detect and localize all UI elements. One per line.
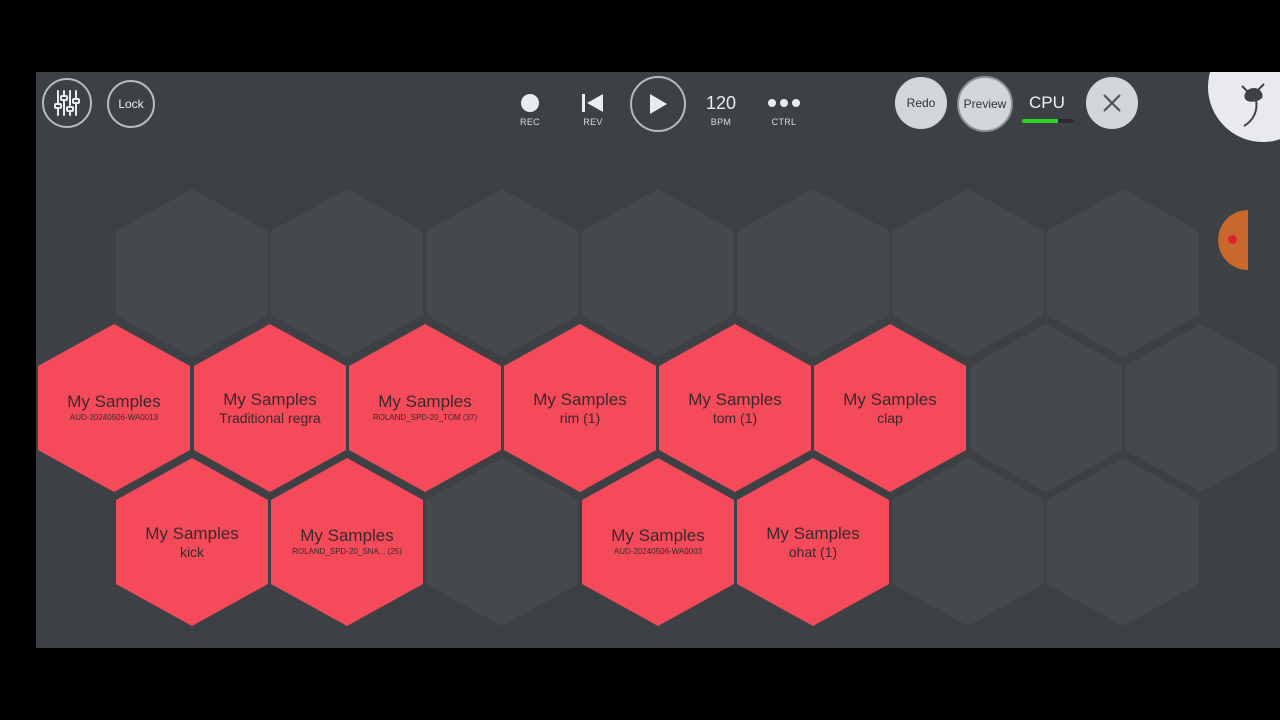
pad-title: My Samples (378, 392, 472, 411)
cpu-meter (1022, 119, 1074, 123)
pad-subtitle: rim (1) (559, 410, 601, 426)
mixer-sliders-icon (54, 90, 80, 116)
record-dot-icon (1228, 235, 1237, 244)
rewind-icon (582, 94, 603, 112)
pad-title: My Samples (533, 390, 627, 409)
pad-title: My Samples (300, 526, 394, 545)
more-dots-icon (768, 99, 800, 107)
fruit-logo-icon (1241, 83, 1265, 127)
close-button[interactable] (1086, 77, 1138, 129)
pad-subtitle: ohat (1) (788, 544, 838, 560)
redo-button[interactable]: Redo (895, 77, 947, 129)
rev-label: REV (583, 117, 603, 127)
ctrl-label: CTRL (771, 117, 797, 127)
cpu-meter-fill (1022, 119, 1059, 123)
pad-subtitle: ROLAND_SPD-20_TOM (37) (372, 413, 478, 422)
pad-subtitle: AUD-20240506-WA0003 (613, 547, 703, 556)
pad-title: My Samples (145, 524, 239, 543)
rec-label: REC (520, 117, 540, 127)
pad-subtitle: ROLAND_SPD-20_SNA... (25) (292, 547, 402, 556)
sample-pad[interactable]: My Samples AUD-20240506-WA0003 (582, 458, 734, 626)
pad-subtitle: tom (1) (712, 410, 758, 426)
sample-pad[interactable]: My Samples kick (116, 458, 268, 626)
bpm-display[interactable]: 120 BPM (691, 92, 751, 128)
preview-button[interactable]: Preview (957, 76, 1013, 132)
pad-title: My Samples (843, 390, 937, 409)
redo-label: Redo (906, 96, 936, 110)
pad-subtitle: kick (179, 544, 205, 560)
close-icon (1103, 94, 1121, 112)
rev-button[interactable]: REV (563, 92, 623, 127)
ctrl-button[interactable]: CTRL (754, 92, 814, 127)
pad-title: My Samples (766, 524, 860, 543)
app-logo[interactable] (1208, 72, 1280, 142)
play-icon (650, 94, 667, 114)
pad-title: My Samples (611, 526, 705, 545)
bpm-label: BPM (710, 117, 732, 127)
sample-pad[interactable]: My Samples ohat (1) (737, 458, 889, 626)
cpu-label: CPU (1029, 93, 1065, 112)
rec-button[interactable]: REC (500, 92, 560, 127)
lock-button[interactable]: Lock (107, 80, 155, 128)
play-button[interactable] (630, 76, 686, 132)
pad-title: My Samples (223, 390, 317, 409)
record-icon (521, 94, 539, 112)
side-handle[interactable] (1218, 210, 1248, 270)
lock-label: Lock (118, 97, 144, 111)
pad-title: My Samples (67, 392, 161, 411)
pad-subtitle: AUD-20240506-WA0013 (69, 413, 159, 422)
mixer-button[interactable] (42, 78, 92, 128)
sample-pad[interactable]: My Samples ROLAND_SPD-20_SNA... (25) (271, 458, 423, 626)
pad-subtitle: Traditional regra (219, 410, 321, 426)
pad-subtitle: clap (877, 410, 903, 426)
empty-pad[interactable] (1047, 458, 1199, 626)
preview-label: Preview (963, 97, 1007, 111)
pad-title: My Samples (688, 390, 782, 409)
bpm-value: 120 (705, 92, 737, 113)
app-window: Lock REC REV 120 BPM CTRL Redo Preview C… (36, 72, 1280, 648)
